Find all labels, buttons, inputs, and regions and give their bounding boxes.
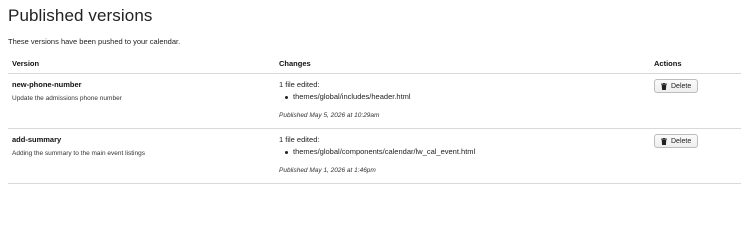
file-list: themes/global/components/calendar/lw_cal…	[279, 147, 646, 157]
file-path: themes/global/includes/header.html	[293, 92, 411, 101]
delete-button-label: Delete	[671, 82, 692, 90]
column-header-actions: Actions	[650, 56, 741, 74]
version-cell: new-phone-number Update the admissions p…	[8, 73, 275, 129]
column-header-changes: Changes	[275, 56, 650, 74]
table-body: new-phone-number Update the admissions p…	[8, 73, 741, 184]
published-versions-page: Published versions These versions have b…	[0, 0, 745, 202]
delete-button[interactable]: Delete	[654, 79, 699, 93]
bullet-icon	[285, 150, 288, 154]
delete-button-label: Delete	[671, 137, 692, 145]
file-path: themes/global/components/calendar/lw_cal…	[293, 147, 476, 156]
actions-cell: Delete	[650, 128, 741, 184]
bullet-icon	[285, 95, 288, 99]
actions-cell: Delete	[650, 73, 741, 129]
delete-button[interactable]: Delete	[654, 134, 699, 148]
page-title: Published versions	[8, 6, 153, 25]
version-description: Update the admissions phone number	[12, 95, 122, 102]
versions-table: Version Changes Actions new-phone-number…	[8, 56, 741, 184]
published-date: Published May 1, 2026 at 1:46pm	[279, 167, 376, 174]
file-list-item: themes/global/includes/header.html	[285, 92, 646, 102]
changes-cell: 1 file edited: themes/global/components/…	[275, 128, 650, 184]
published-date: Published May 5, 2026 at 10:29am	[279, 112, 380, 119]
changes-summary: 1 file edited:	[279, 80, 320, 89]
page-subtitle: These versions have been pushed to your …	[8, 37, 181, 46]
table-header-row: Version Changes Actions	[8, 56, 741, 74]
changes-cell: 1 file edited: themes/global/includes/he…	[275, 73, 650, 129]
trash-icon	[661, 82, 667, 90]
trash-icon	[661, 137, 667, 145]
table-header: Version Changes Actions	[8, 56, 741, 74]
changes-summary: 1 file edited:	[279, 135, 320, 144]
table-row: new-phone-number Update the admissions p…	[8, 73, 741, 129]
file-list: themes/global/includes/header.html	[279, 92, 646, 102]
version-cell: add-summary Adding the summary to the ma…	[8, 128, 275, 184]
version-name: new-phone-number	[12, 80, 82, 89]
version-name: add-summary	[12, 135, 62, 144]
file-list-item: themes/global/components/calendar/lw_cal…	[285, 147, 646, 157]
column-header-version: Version	[8, 56, 275, 74]
table-row: add-summary Adding the summary to the ma…	[8, 128, 741, 184]
version-description: Adding the summary to the main event lis…	[12, 150, 145, 157]
